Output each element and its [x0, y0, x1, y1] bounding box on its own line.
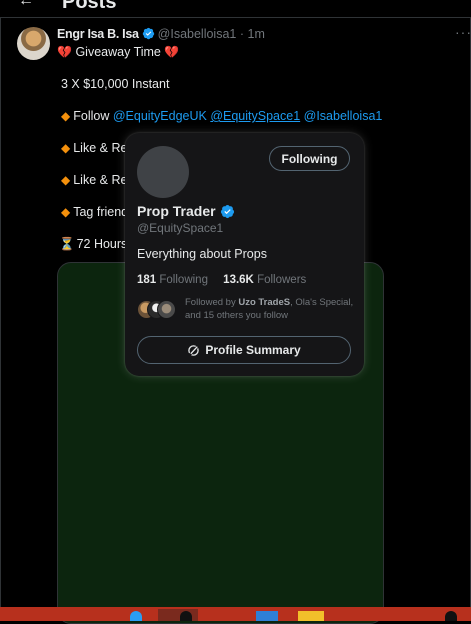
back-arrow-icon[interactable]: ←: [18, 0, 34, 10]
following-label: Following: [159, 274, 208, 286]
mention-equityedgeuk[interactable]: @EquityEdgeUK: [113, 109, 207, 123]
mention-equityspace1[interactable]: @EquitySpace1: [210, 109, 300, 123]
taskbar-active-app[interactable]: [158, 609, 198, 621]
orange-diamond-icon: ◆: [61, 173, 71, 187]
hourglass-icon: ⏳: [59, 237, 75, 251]
followed-by-prefix: Followed by: [185, 297, 236, 308]
post-line-tag: ◆ Tag friend: [61, 205, 128, 219]
post-line-follow: ◆ Follow @EquityEdgeUK @EquitySpace1 @Isa…: [61, 109, 382, 123]
taskbar-app-icon[interactable]: [256, 611, 278, 621]
hover-card-name[interactable]: Prop Trader: [137, 203, 216, 219]
mutual-followers-avatars[interactable]: [137, 300, 177, 319]
followers-label: Followers: [257, 274, 307, 286]
profile-summary-button[interactable]: Profile Summary: [137, 336, 351, 364]
taskbar-app-icon[interactable]: [180, 611, 192, 621]
author-name[interactable]: Engr Isa B. Isa: [57, 27, 139, 41]
post-header: Engr Isa B. Isa @Isabelloisa1 · 1m: [57, 27, 265, 41]
followed-by-name: Uzo TradeS: [238, 297, 291, 308]
followed-by-text[interactable]: Followed by Uzo TradeS, Ola's Special, a…: [185, 296, 355, 322]
page-title: Posts: [62, 0, 117, 13]
giveaway-text: Giveaway Time: [75, 45, 161, 59]
author-handle[interactable]: @Isabelloisa1: [158, 27, 237, 41]
author-avatar[interactable]: [17, 27, 50, 60]
post-line-giveaway: 💔 Giveaway Time 💔: [57, 45, 179, 59]
following-count: 181: [137, 274, 157, 286]
column-border-left: [0, 17, 1, 607]
separator-dot: ·: [239, 27, 245, 41]
followers-count: 13.6K: [223, 274, 254, 286]
post-line-hours: ⏳ 72 Hours: [59, 237, 127, 252]
profile-hover-card: Following Prop Trader @EquitySpace1 Ever…: [125, 133, 364, 376]
post-line-amount: 3 X $10,000 Instant: [61, 77, 170, 91]
mention-isabelloisa1[interactable]: @Isabelloisa1: [304, 109, 383, 123]
hours-text: 72 Hours: [76, 237, 128, 251]
broken-heart-icon: 💔: [57, 45, 72, 59]
followers-stat[interactable]: 13.6K Followers: [223, 274, 306, 286]
verified-badge-icon: [142, 27, 154, 40]
orange-diamond-icon: ◆: [61, 205, 71, 219]
hover-card-stats: 181 Following 13.6K Followers: [137, 274, 306, 286]
taskbar-app-icon[interactable]: [130, 611, 142, 621]
profile-summary-label: Profile Summary: [205, 343, 301, 357]
hover-card-bio: Everything about Props: [137, 247, 267, 261]
os-taskbar: [0, 607, 471, 621]
hover-card-avatar[interactable]: [137, 146, 189, 198]
post-line-like-2: ◆ Like & Rep: [61, 173, 134, 187]
following-button[interactable]: Following: [269, 146, 350, 171]
following-stat[interactable]: 181 Following: [137, 274, 208, 286]
taskbar-folder-icon[interactable]: [298, 611, 324, 621]
top-header: ← Posts: [0, 0, 471, 18]
verified-badge-icon: [220, 204, 234, 219]
broken-heart-icon: 💔: [164, 45, 180, 59]
taskbar-app-icon[interactable]: [445, 611, 457, 621]
post-line-like-1: ◆ Like & Rep: [61, 141, 134, 155]
tag-text: Tag friend: [73, 205, 129, 219]
more-options-icon[interactable]: ···: [455, 24, 471, 40]
post-time[interactable]: 1m: [248, 27, 265, 41]
orange-diamond-icon: ◆: [61, 109, 71, 123]
orange-diamond-icon: ◆: [61, 141, 71, 155]
follow-label: Follow: [73, 109, 110, 123]
mutual-avatar: [157, 300, 176, 319]
grok-icon: [188, 344, 200, 356]
hover-card-name-row: Prop Trader: [137, 203, 238, 219]
hover-card-handle[interactable]: @EquitySpace1: [137, 221, 223, 235]
